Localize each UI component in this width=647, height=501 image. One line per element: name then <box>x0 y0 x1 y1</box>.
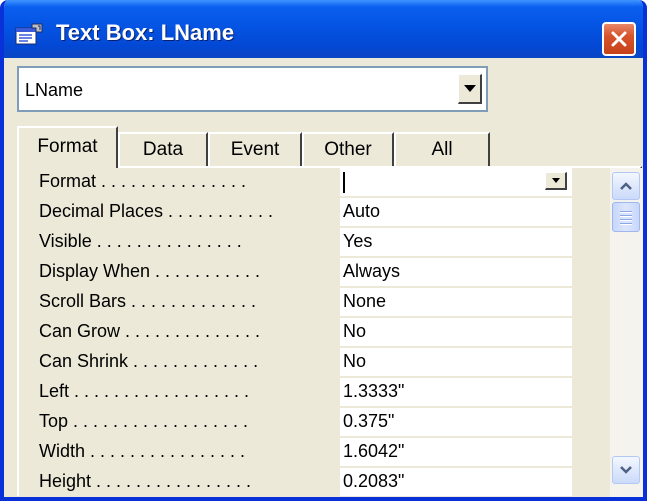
property-label: Decimal Places . . . . . . . . . . . <box>39 201 274 221</box>
property-label: Height . . . . . . . . . . . . . . . . <box>39 471 252 491</box>
property-value[interactable]: No <box>340 318 572 346</box>
property-label: Format . . . . . . . . . . . . . . . <box>39 171 247 191</box>
property-row-format[interactable]: Format . . . . . . . . . . . . . . . <box>39 168 591 198</box>
object-selector-value: LName <box>25 80 84 100</box>
property-value[interactable]: Yes <box>340 228 572 256</box>
property-value[interactable]: 0.375" <box>340 408 572 436</box>
property-label: Top . . . . . . . . . . . . . . . . . . <box>39 411 249 431</box>
property-label: Can Grow . . . . . . . . . . . . . . <box>39 321 261 341</box>
properties-icon <box>15 23 43 45</box>
grip-line <box>620 214 632 216</box>
property-row-can-grow[interactable]: Can Grow . . . . . . . . . . . . . . No <box>39 318 591 348</box>
tab-data[interactable]: Data <box>118 132 208 166</box>
property-row-decimal-places[interactable]: Decimal Places . . . . . . . . . . . Aut… <box>39 198 591 228</box>
property-value[interactable]: 1.6042" <box>340 438 572 466</box>
property-label: Visible . . . . . . . . . . . . . . . <box>39 231 242 251</box>
tab-all[interactable]: All <box>394 132 490 166</box>
grip-line <box>620 218 632 220</box>
properties-window: Text Box: LName LName Format Data Event … <box>0 0 647 501</box>
tab-other[interactable]: Other <box>302 132 394 166</box>
property-value[interactable]: 1.3333" <box>340 378 572 406</box>
object-selector-combobox[interactable]: LName <box>17 66 488 112</box>
title-bar[interactable]: Text Box: LName <box>4 0 643 58</box>
chevron-down-icon <box>463 85 476 92</box>
property-sheet: Format . . . . . . . . . . . . . . . Dec… <box>17 166 643 497</box>
property-label: Width . . . . . . . . . . . . . . . . <box>39 441 246 461</box>
text-caret <box>343 171 345 193</box>
property-label: Scroll Bars . . . . . . . . . . . . . <box>39 291 257 311</box>
tab-format[interactable]: Format <box>17 126 118 168</box>
format-dropdown-button[interactable] <box>545 172 567 190</box>
grip-line <box>620 222 632 224</box>
property-value[interactable]: No <box>340 348 572 376</box>
property-row-can-shrink[interactable]: Can Shrink . . . . . . . . . . . . . No <box>39 348 591 378</box>
scroll-down-button[interactable] <box>612 456 640 484</box>
property-value[interactable]: Always <box>340 258 572 286</box>
scroll-down-icon <box>620 466 632 474</box>
tab-label: Data <box>142 139 184 160</box>
property-value[interactable]: Auto <box>340 198 572 226</box>
property-value[interactable]: None <box>340 288 572 316</box>
property-row-height[interactable]: Height . . . . . . . . . . . . . . . . 0… <box>39 468 591 497</box>
property-row-top[interactable]: Top . . . . . . . . . . . . . . . . . . … <box>39 408 591 438</box>
tab-label: All <box>431 139 453 160</box>
property-row-width[interactable]: Width . . . . . . . . . . . . . . . . 1.… <box>39 438 591 468</box>
tab-label: Event <box>230 139 280 160</box>
property-label: Left . . . . . . . . . . . . . . . . . . <box>39 381 250 401</box>
grip-line <box>620 210 632 212</box>
tab-label: Other <box>324 139 372 160</box>
tab-event[interactable]: Event <box>208 132 302 166</box>
property-row-visible[interactable]: Visible . . . . . . . . . . . . . . . Ye… <box>39 228 591 258</box>
chevron-down-icon <box>551 178 560 183</box>
scroll-thumb[interactable] <box>612 202 640 232</box>
close-button[interactable] <box>602 22 636 56</box>
close-icon <box>611 31 627 47</box>
property-value-format[interactable] <box>340 168 572 196</box>
window-title: Text Box: LName <box>56 20 235 45</box>
property-label: Display When . . . . . . . . . . . <box>39 261 261 281</box>
scroll-up-button[interactable] <box>612 172 640 200</box>
scroll-up-icon <box>620 182 632 190</box>
property-label: Can Shrink . . . . . . . . . . . . . <box>39 351 259 371</box>
property-row-scroll-bars[interactable]: Scroll Bars . . . . . . . . . . . . . No… <box>39 288 591 318</box>
vertical-scrollbar[interactable] <box>610 168 643 497</box>
tab-label: Format <box>37 136 98 157</box>
object-selector-dropdown-button[interactable] <box>458 74 482 104</box>
property-value[interactable]: 0.2083" <box>340 468 572 496</box>
property-row-display-when[interactable]: Display When . . . . . . . . . . . Alway… <box>39 258 591 288</box>
property-row-left[interactable]: Left . . . . . . . . . . . . . . . . . .… <box>39 378 591 408</box>
